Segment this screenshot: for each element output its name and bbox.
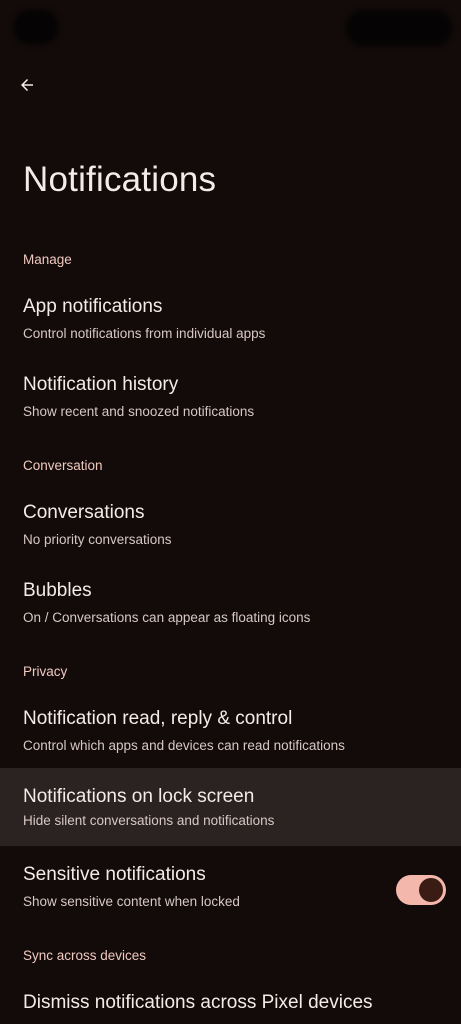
item-summary: Show sensitive content when locked [23,894,240,909]
arrow-left-icon [21,79,33,91]
item-summary: Control notifications from individual ap… [23,326,266,341]
lock-screen-item[interactable]: Notifications on lock screen Hide silent… [0,768,461,846]
status-bar-right-redacted [346,10,452,46]
section-header-privacy: Privacy [23,664,68,679]
read-reply-control-item[interactable]: Notification read, reply & control Contr… [0,694,461,772]
notification-history-item[interactable]: Notification history Show recent and sno… [0,360,461,438]
dismiss-across-devices-item[interactable]: Dismiss notifications across Pixel devic… [0,978,461,1024]
item-title: Notification history [23,374,179,395]
item-summary: No priority conversations [23,532,172,547]
item-summary: Hide silent conversations and notificati… [23,813,275,828]
status-bar-left-redacted [14,10,58,44]
item-title: Notification read, reply & control [23,708,293,729]
item-summary: Show recent and snoozed notifications [23,404,255,419]
conversations-item[interactable]: Conversations No priority conversations [0,488,461,566]
item-title: App notifications [23,296,163,317]
item-title: Conversations [23,502,145,523]
item-title: Sensitive notifications [23,864,206,885]
sensitive-notifications-toggle[interactable] [396,875,446,905]
status-bar [0,0,461,56]
item-summary: Control which apps and devices can read … [23,738,345,753]
sensitive-notifications-item[interactable]: Sensitive notifications Show sensitive c… [0,850,461,928]
item-summary: On / Conversations can appear as floatin… [23,610,311,625]
toggle-thumb [419,878,443,902]
item-title: Dismiss notifications across Pixel devic… [23,992,373,1013]
page-title: Notifications [23,160,217,199]
app-notifications-item[interactable]: App notifications Control notifications … [0,282,461,360]
item-title: Notifications on lock screen [23,786,255,807]
section-header-sync: Sync across devices [23,948,147,963]
item-title: Bubbles [23,580,92,601]
bubbles-item[interactable]: Bubbles On / Conversations can appear as… [0,566,461,644]
section-header-conversation: Conversation [23,458,103,473]
section-header-manage: Manage [23,252,72,267]
back-button[interactable] [12,70,42,100]
